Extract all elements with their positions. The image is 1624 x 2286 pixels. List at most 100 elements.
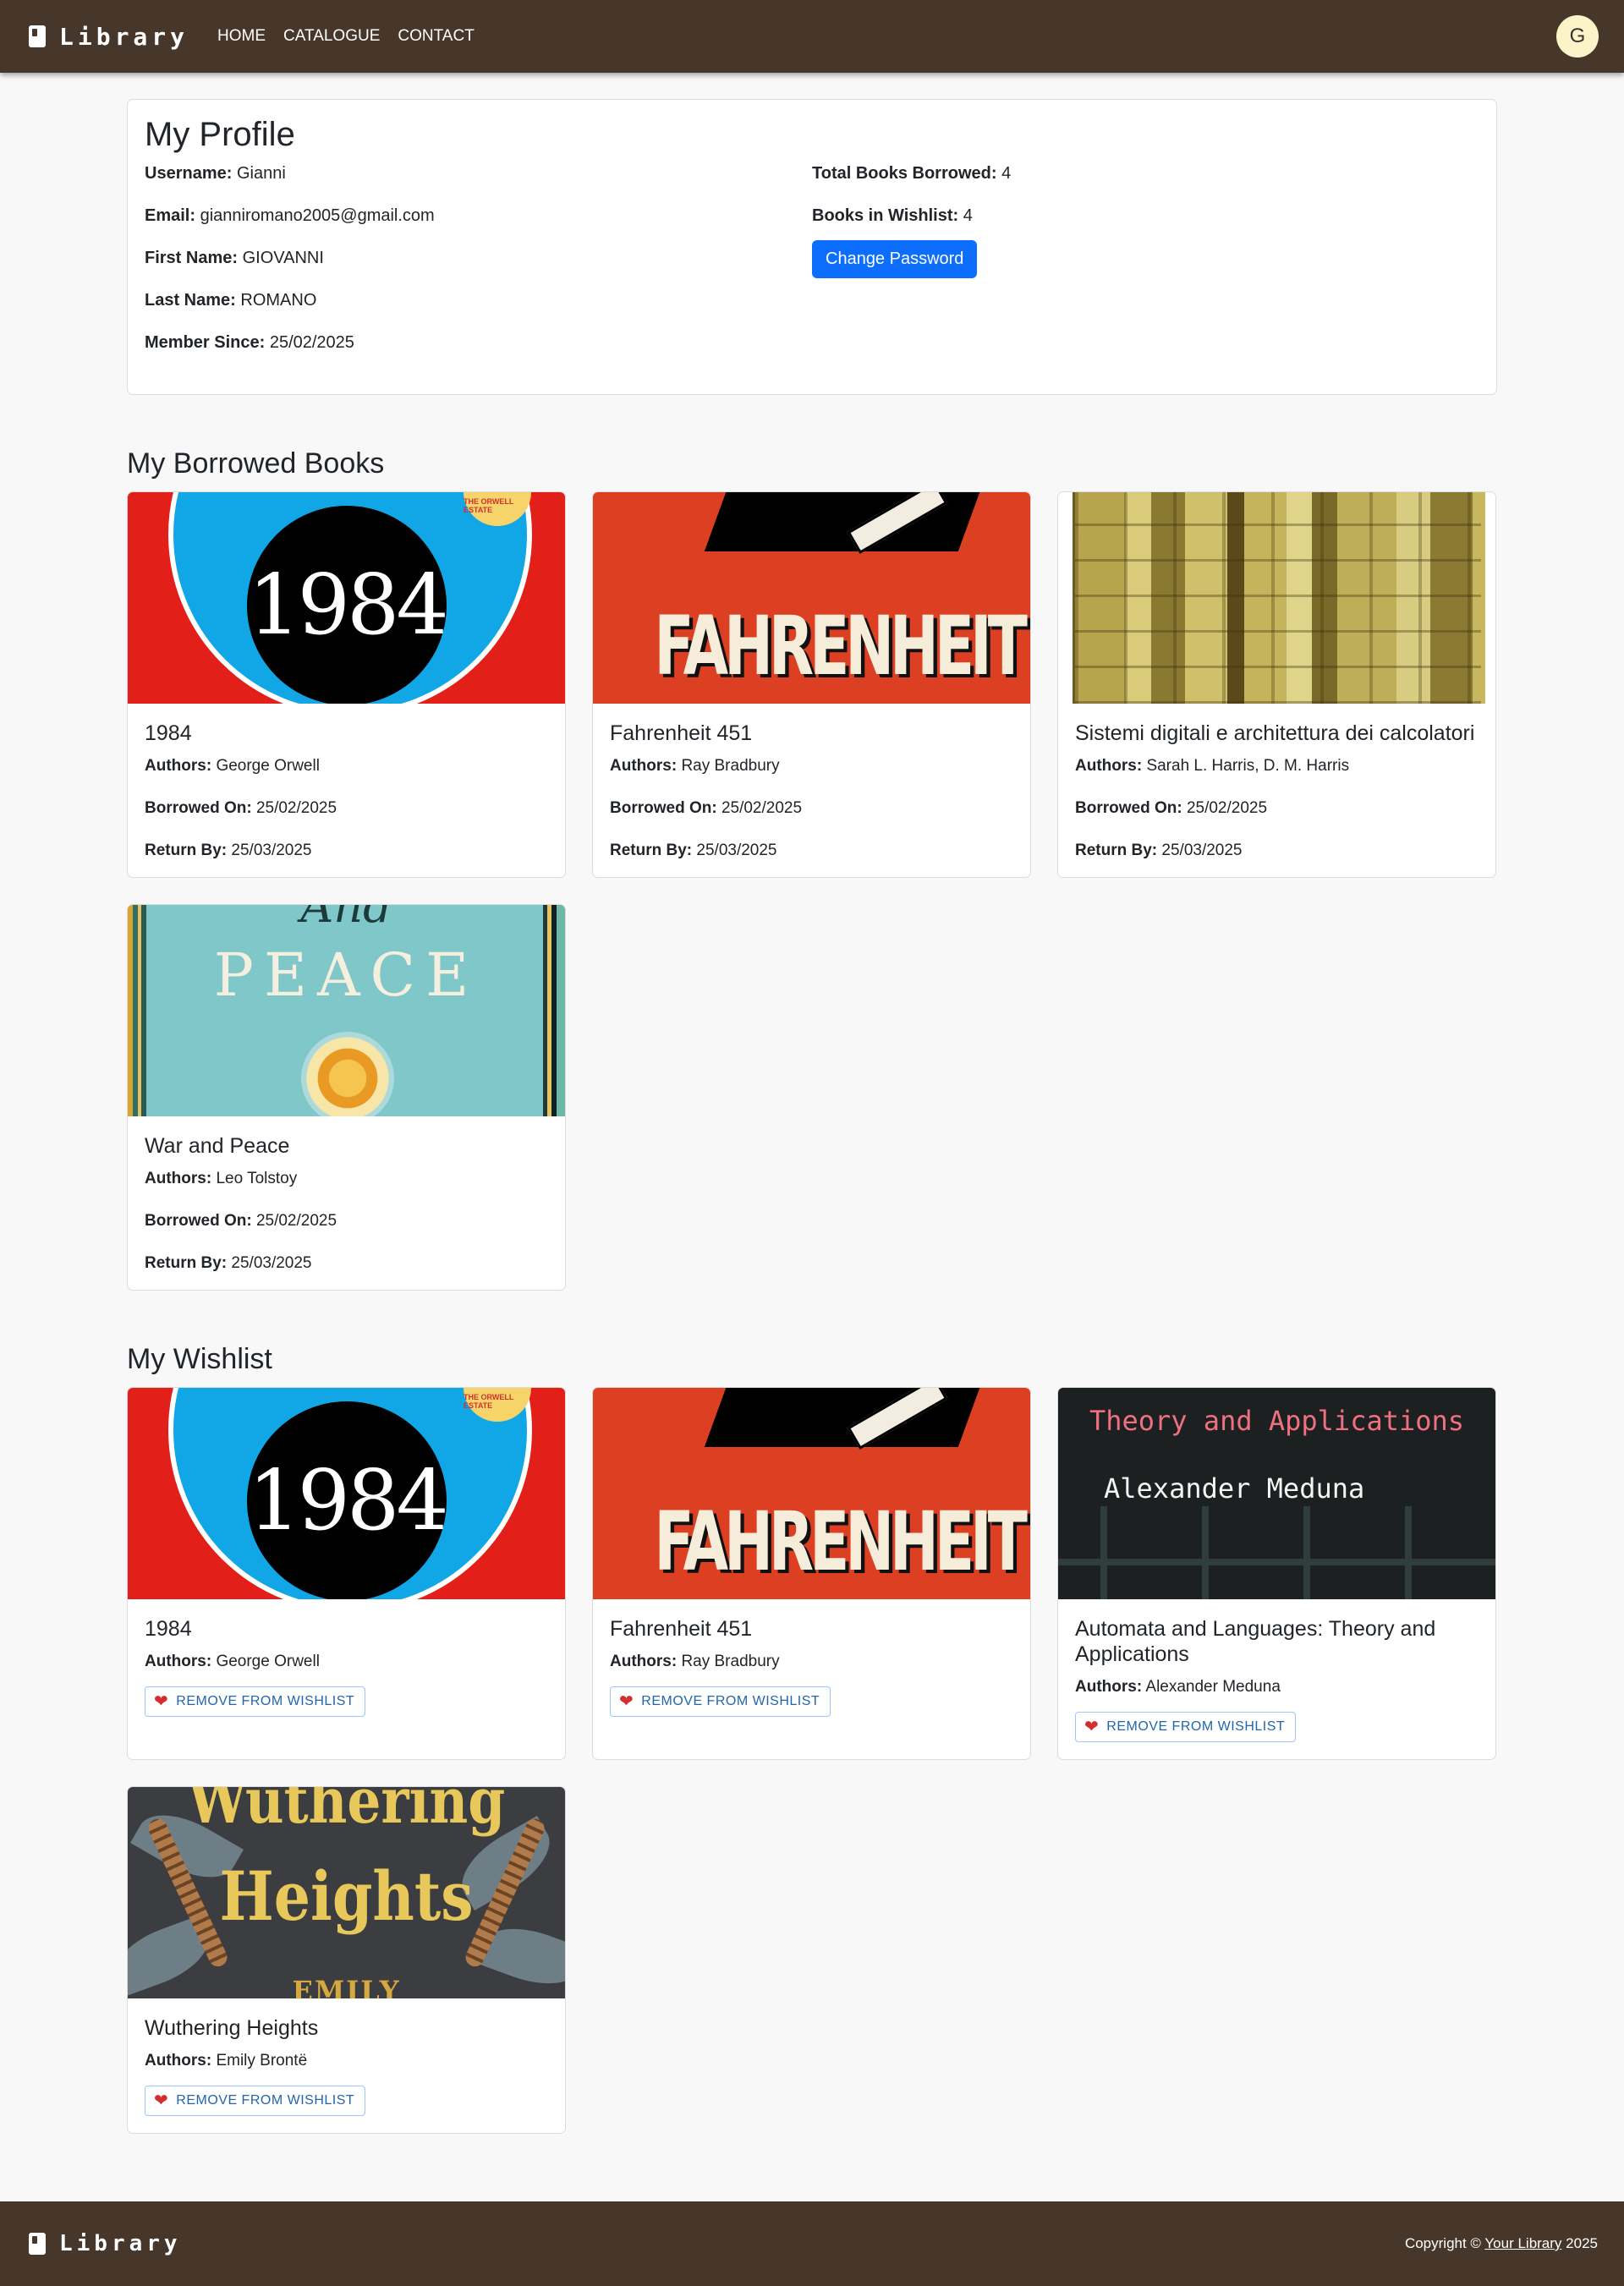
book-authors: Authors: Leo Tolstoy — [145, 1169, 548, 1188]
brand-logo[interactable]: Library — [29, 23, 189, 51]
stat-wishlist-count: Books in Wishlist: 4 — [812, 206, 1479, 226]
button-label: REMOVE FROM WISHLIST — [641, 1694, 820, 1708]
nav-link-contact[interactable]: CONTACT — [398, 27, 474, 46]
authors-value: Emily Brontë — [216, 2052, 308, 2069]
borrowed-books-grid: 1984 THE ORWELL ESTATE 1984 Authors: Geo… — [127, 491, 1497, 1291]
stat-label: Total Books Borrowed: — [812, 164, 997, 183]
cover-text: Alexander Meduna — [1104, 1472, 1365, 1505]
wishlist-section-title: My Wishlist — [127, 1343, 272, 1375]
authors-label: Authors: — [610, 757, 678, 775]
borrowed-value: 25/02/2025 — [255, 1212, 337, 1230]
profile-first-name: First Name: GIOVANNI — [145, 249, 812, 268]
field-label: Email: — [145, 206, 196, 225]
nav-link-home[interactable]: HOME — [217, 27, 266, 46]
wishlist-grid: 1984 THE ORWELL ESTATE 1984 Authors: Geo… — [127, 1387, 1497, 2134]
cover-art — [1058, 1506, 1495, 1599]
cover-art — [543, 905, 565, 1116]
profile-email: Email: gianniromano2005@gmail.com — [145, 206, 812, 226]
field-value: 25/02/2025 — [269, 333, 354, 352]
cover-text: 1984 — [247, 1401, 449, 1599]
profile-card: My Profile Username: Gianni Email: giann… — [127, 99, 1497, 395]
main-content: My Profile Username: Gianni Email: giann… — [127, 73, 1497, 2134]
return-label: Return By: — [145, 1254, 228, 1272]
stat-total-borrowed: Total Books Borrowed: 4 — [812, 164, 1479, 184]
book-title[interactable]: Fahrenheit 451 — [610, 1616, 1013, 1642]
authors-value: George Orwell — [216, 757, 320, 775]
book-return-by: Return By: 25/03/2025 — [610, 841, 1013, 860]
footer-brand-name: Library — [59, 2231, 182, 2256]
book-title[interactable]: Wuthering Heights — [145, 2015, 548, 2041]
borrowed-book-card[interactable]: 1984 THE ORWELL ESTATE 1984 Authors: Geo… — [127, 491, 566, 878]
cover-text: Heights — [219, 1856, 474, 1936]
book-icon — [29, 2233, 46, 2255]
cover-art — [1075, 492, 1481, 704]
field-label: Last Name: — [145, 291, 236, 310]
nav-link-catalogue[interactable]: CATALOGUE — [283, 27, 380, 46]
profile-member-since: Member Since: 25/02/2025 — [145, 333, 812, 353]
remove-from-wishlist-button[interactable]: ❤ REMOVE FROM WISHLIST — [145, 2086, 366, 2116]
borrowed-book-card[interactable]: FAHRENHEIT Fahrenheit 451 Authors: Ray B… — [592, 491, 1031, 878]
book-title[interactable]: 1984 — [145, 721, 548, 746]
copyright-prefix: Copyright © — [1404, 2235, 1481, 2251]
authors-value: Ray Bradbury — [681, 757, 780, 775]
book-cover-1984: 1984 THE ORWELL ESTATE — [128, 492, 565, 704]
book-title[interactable]: Sistemi digitali e architettura dei calc… — [1075, 721, 1479, 746]
wishlist-book-card[interactable]: Wuthering Heights EMILY Wuthering Height… — [127, 1786, 566, 2134]
wishlist-book-card[interactable]: FAHRENHEIT Fahrenheit 451 Authors: Ray B… — [592, 1387, 1031, 1760]
profile-username: Username: Gianni — [145, 164, 812, 184]
cover-text: FAHRENHEIT — [654, 599, 1027, 693]
book-authors: Authors: Ray Bradbury — [610, 1652, 1013, 1671]
borrowed-book-card[interactable]: And PEACE War and Peace Authors: Leo Tol… — [127, 904, 566, 1291]
authors-label: Authors: — [145, 1170, 212, 1187]
remove-from-wishlist-button[interactable]: ❤ REMOVE FROM WISHLIST — [1075, 1712, 1297, 1742]
book-cover-fahrenheit: FAHRENHEIT — [593, 492, 1030, 704]
change-password-button[interactable]: Change Password — [812, 240, 978, 278]
borrowed-book-card[interactable]: Sistemi digitali e architettura dei calc… — [1057, 491, 1496, 878]
authors-label: Authors: — [145, 757, 212, 775]
cover-text: Theory and Applications — [1089, 1405, 1465, 1437]
copyright-link[interactable]: Your Library — [1484, 2235, 1561, 2251]
book-cover-wuthering-heights: Wuthering Heights EMILY — [128, 1787, 565, 1998]
cover-text: 1984 — [247, 506, 449, 704]
field-label: Member Since: — [145, 333, 266, 352]
heart-icon: ❤ — [154, 1692, 169, 1711]
authors-label: Authors: — [1075, 1678, 1143, 1696]
book-title[interactable]: Fahrenheit 451 — [610, 721, 1013, 746]
book-title[interactable]: 1984 — [145, 1616, 548, 1642]
profile-details: Username: Gianni Email: gianniromano2005… — [145, 164, 812, 376]
field-value: gianniromano2005@gmail.com — [200, 206, 435, 225]
navbar: Library HOME CATALOGUE CONTACT G — [0, 0, 1624, 73]
book-return-by: Return By: 25/03/2025 — [1075, 841, 1479, 860]
authors-value: Ray Bradbury — [681, 1653, 780, 1670]
cover-text: EMILY — [292, 1975, 401, 1998]
authors-value: Alexander Meduna — [1145, 1678, 1281, 1696]
footer-brand-logo[interactable]: Library — [29, 2231, 182, 2256]
book-authors: Authors: George Orwell — [145, 1652, 548, 1671]
remove-from-wishlist-button[interactable]: ❤ REMOVE FROM WISHLIST — [145, 1686, 366, 1717]
book-title[interactable]: Automata and Languages: Theory and Appli… — [1075, 1616, 1479, 1667]
authors-value: Leo Tolstoy — [216, 1170, 298, 1187]
copyright-year: 2025 — [1566, 2235, 1598, 2251]
borrowed-value: 25/02/2025 — [721, 799, 803, 817]
heart-icon: ❤ — [154, 2091, 169, 2110]
field-label: Username: — [145, 164, 233, 183]
book-borrowed-on: Borrowed On: 25/02/2025 — [1075, 798, 1479, 818]
wishlist-book-card[interactable]: Theory and Applications Alexander Meduna… — [1057, 1387, 1496, 1760]
authors-label: Authors: — [145, 1653, 212, 1670]
authors-value: Sarah L. Harris, D. M. Harris — [1146, 757, 1350, 775]
return-label: Return By: — [145, 841, 228, 859]
return-value: 25/03/2025 — [696, 841, 777, 859]
book-return-by: Return By: 25/03/2025 — [145, 1253, 548, 1273]
cover-text: FAHRENHEIT — [654, 1494, 1027, 1589]
return-value: 25/03/2025 — [231, 1254, 312, 1272]
remove-from-wishlist-button[interactable]: ❤ REMOVE FROM WISHLIST — [610, 1686, 831, 1717]
nav-links: HOME CATALOGUE CONTACT — [217, 27, 492, 46]
wishlist-book-card[interactable]: 1984 THE ORWELL ESTATE 1984 Authors: Geo… — [127, 1387, 566, 1760]
user-avatar[interactable]: G — [1556, 15, 1599, 58]
borrowed-label: Borrowed On: — [145, 799, 252, 817]
book-title[interactable]: War and Peace — [145, 1133, 548, 1159]
authors-label: Authors: — [145, 2052, 212, 2069]
stat-value: 4 — [1001, 164, 1012, 183]
return-label: Return By: — [1075, 841, 1158, 859]
footer: Library Copyright © Your Library 2025 — [0, 2201, 1624, 2286]
